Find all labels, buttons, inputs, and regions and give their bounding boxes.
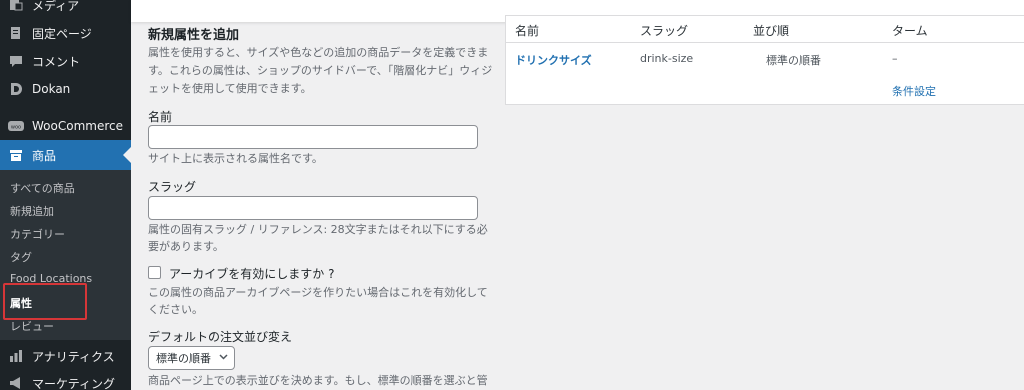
orderby-select-value: 標準の順番 [156,352,211,365]
name-input[interactable] [148,125,478,149]
header-divider [506,42,1024,43]
name-label: 名前 [148,110,173,124]
table-header-name[interactable]: 名前 [515,22,539,39]
attribute-order: 標準の順番 [766,54,821,67]
submenu-categories[interactable]: カテゴリー [10,226,65,242]
chevron-down-icon [219,352,228,364]
menu-item-label: アナリティクス [32,349,115,364]
submenu-add-new[interactable]: 新規追加 [10,203,54,219]
menu-item-label: メディア [32,0,80,13]
analytics-icon [8,348,24,364]
archive-help-line: ください。 [148,303,203,316]
slug-help-line: 要があります。 [148,240,224,253]
menu-item-woocommerce[interactable]: woo WooCommerce [0,111,131,141]
menu-item-pages[interactable]: 固定ページ [0,18,131,48]
menu-item-label: マーケティング [32,376,116,390]
menu-item-label: Dokan [32,82,71,96]
menu-item-products[interactable]: 商品 [0,140,131,170]
menu-item-label: WooCommerce [32,119,123,133]
page-icon [8,25,24,41]
media-icon [8,0,24,13]
highlight-box [3,283,87,320]
menu-item-label: コメント [32,54,81,69]
configure-terms-link[interactable]: 条件設定 [892,83,936,99]
form-intro-line: 属性を使用すると、サイズや色などの追加の商品データを定義できま [148,46,489,59]
submenu-tags[interactable]: タグ [10,249,32,265]
menu-item-comments[interactable]: コメント [0,46,131,76]
menu-item-marketing[interactable]: マーケティング [0,368,131,390]
form-title: 新規属性を追加 [148,28,240,43]
slug-help-line: 属性の固有スラッグ / リファレンス: 28文字またはそれ以下にする必 [148,223,488,236]
dokan-icon [8,81,24,97]
svg-text:woo: woo [11,125,21,131]
attribute-slug: drink-size [640,52,694,65]
enable-archive-checkbox[interactable] [148,266,161,279]
form-intro-line: す。これらの属性は、ショップのサイドバーで、「階層化ナビ」ウィジ [148,64,493,77]
menu-item-label: 商品 [32,148,57,163]
woocommerce-icon: woo [8,118,24,134]
comment-icon [8,53,24,69]
table-header-order[interactable]: 並び順 [753,22,789,39]
enable-archive-label[interactable]: アーカイブを有効にしますか ? [169,265,334,282]
products-icon [8,147,24,163]
name-help: サイト上に表示される属性名です。 [148,152,323,165]
menu-item-media[interactable]: メディア [0,0,131,20]
admin-sidebar: メディア 固定ページ コメント Dokan woo WooCommerce 商品… [0,0,131,390]
slug-label: スラッグ [148,180,197,194]
submenu-all-products[interactable]: すべての商品 [10,180,75,196]
attribute-terms: – [892,52,898,65]
menu-item-label: 固定ページ [32,26,92,41]
table-header-slug[interactable]: スラッグ [640,22,688,39]
archive-help-line: この属性の商品アーカイブページを作りたい場合はこれを有効化して [148,286,488,299]
slug-input[interactable] [148,196,478,220]
menu-item-dokan[interactable]: Dokan [0,74,131,104]
attributes-table: 名前 スラッグ 並び順 ターム ドリンクサイズ drink-size 標準の順番… [505,15,1024,105]
orderby-help: 商品ページ上での表示並びを決めます。もし、標準の順番を選ぶと管 [148,374,488,387]
table-header-terms[interactable]: ターム [892,22,928,39]
submenu-reviews[interactable]: レビュー [10,318,54,334]
marketing-icon [8,375,24,390]
form-intro-line: ェットを使用して使用できます。 [148,82,312,95]
attribute-name-link[interactable]: ドリンクサイズ [515,52,592,68]
orderby-select[interactable]: 標準の順番 [148,346,235,370]
orderby-label: デフォルトの注文並び変え [148,330,293,344]
menu-item-analytics[interactable]: アナリティクス [0,341,131,371]
active-arrow [123,147,131,163]
